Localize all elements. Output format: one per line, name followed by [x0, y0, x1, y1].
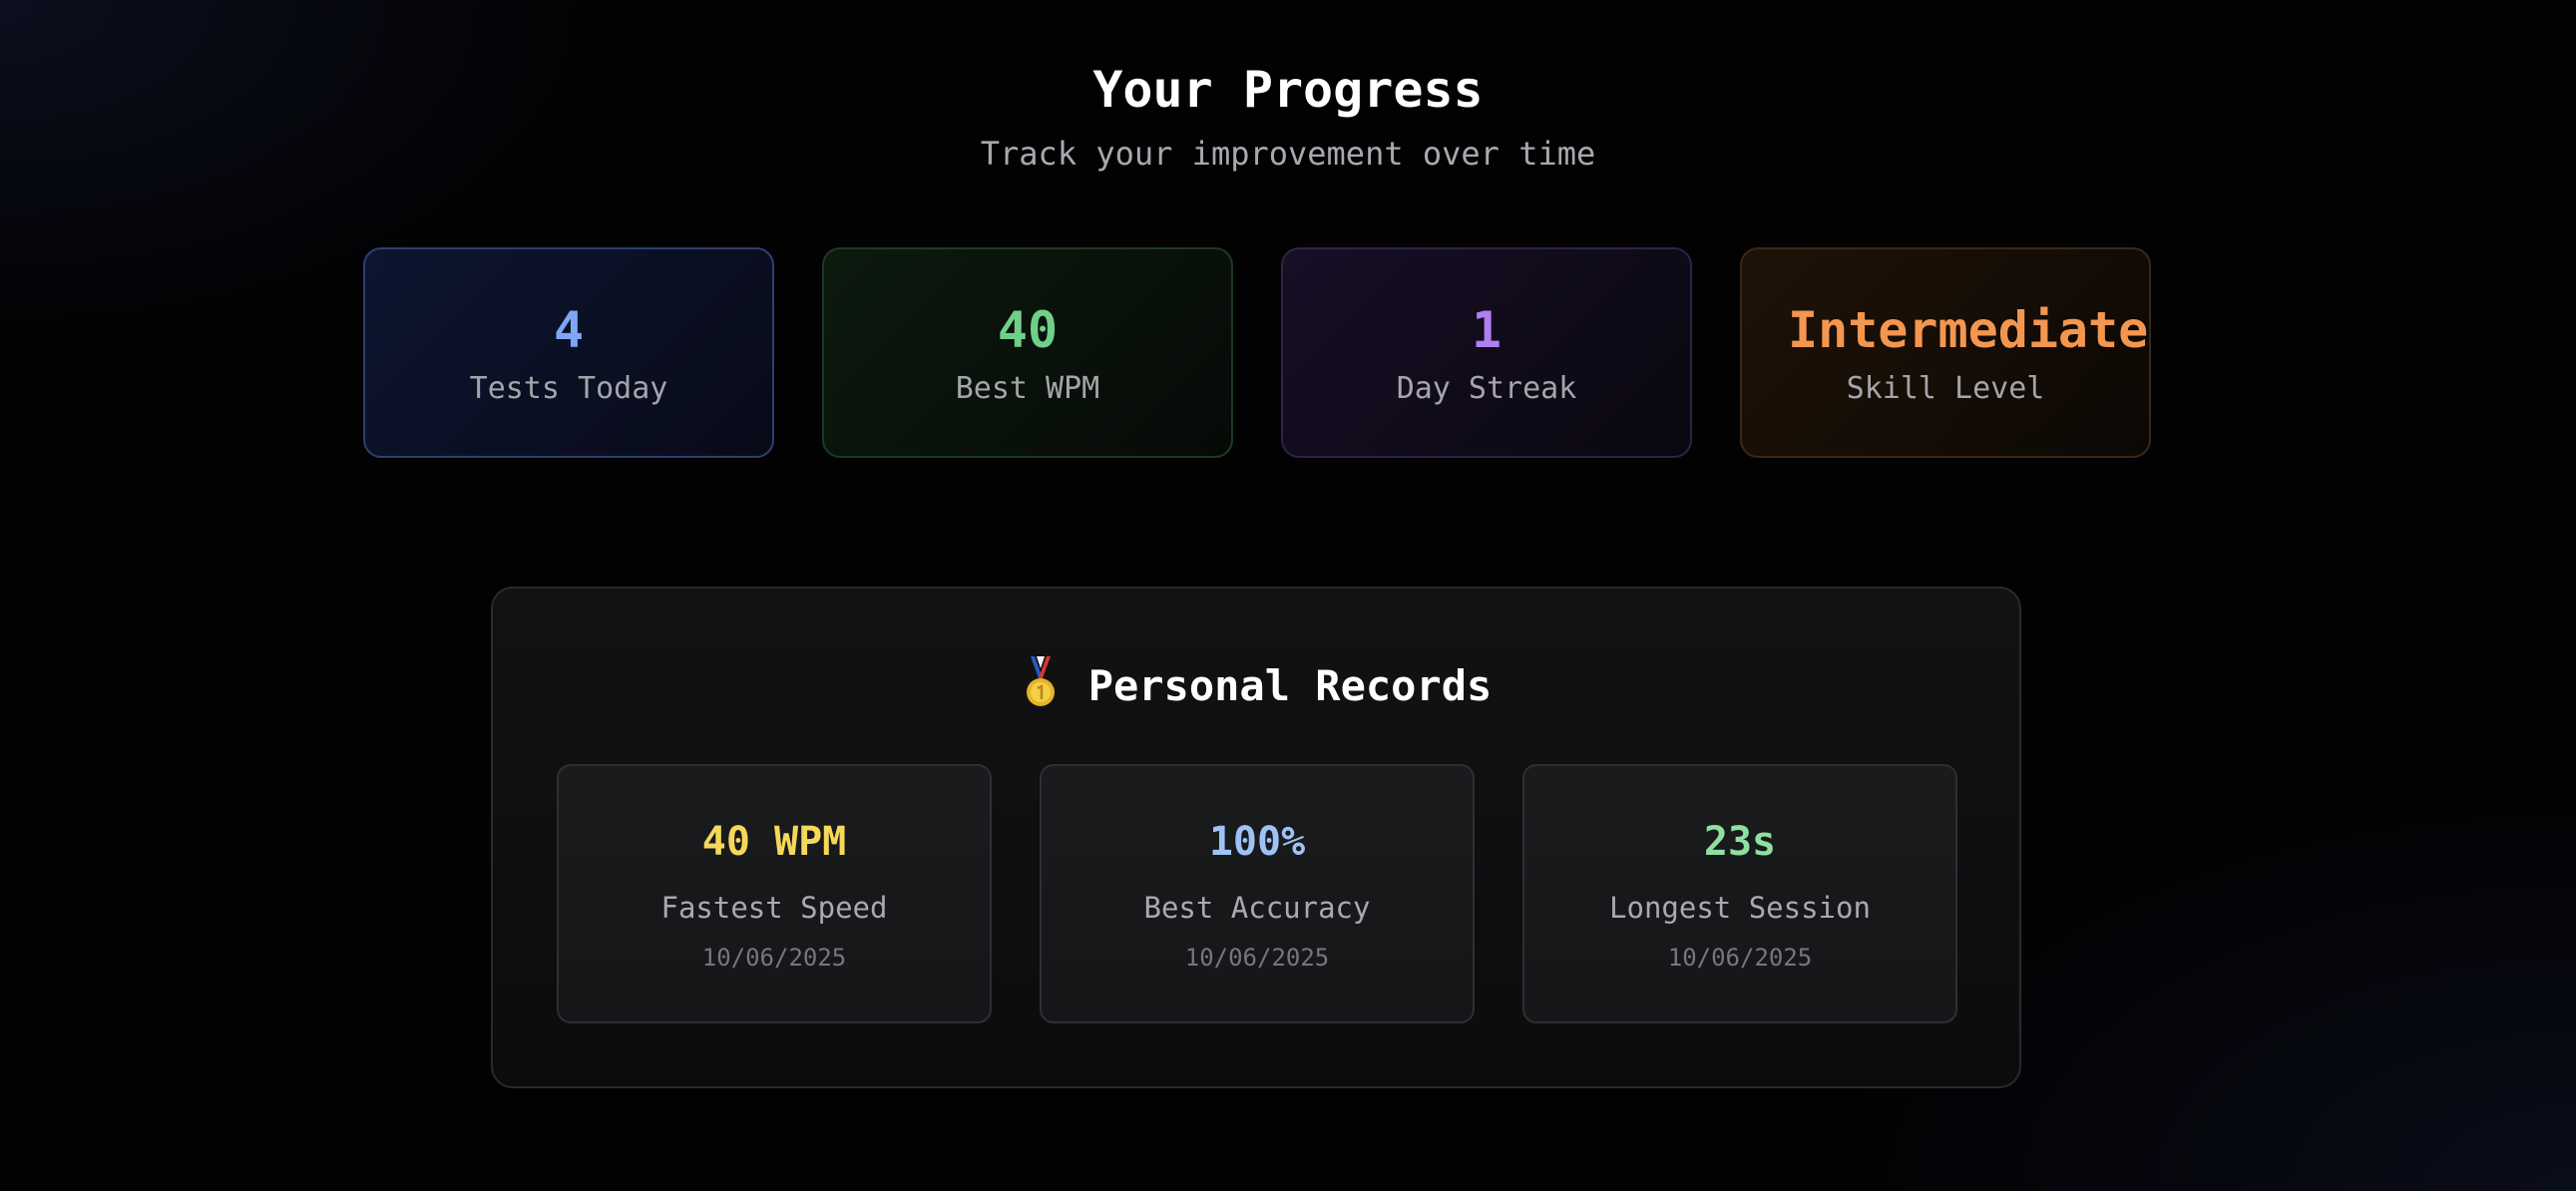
stats-row: 4 Tests Today 40 Best WPM 1 Day Streak I…: [363, 247, 2151, 458]
stat-card-skill-level: Intermediate Skill Level: [1740, 247, 2151, 458]
personal-records-panel: Personal Records 40 WPM Fastest Speed 10…: [491, 587, 2021, 1088]
page-title: Your Progress: [1092, 61, 1484, 119]
progress-header: Your Progress Track your improvement ove…: [0, 58, 2576, 176]
record-label: Fastest Speed: [660, 891, 888, 925]
stat-label: Skill Level: [1846, 371, 2045, 406]
record-date: 10/06/2025: [1184, 944, 1330, 972]
records-grid: 40 WPM Fastest Speed 10/06/2025 100% Bes…: [557, 764, 1957, 1023]
record-date: 10/06/2025: [701, 944, 847, 972]
stat-card-best-wpm: 40 Best WPM: [822, 247, 1233, 458]
page-subtitle: Track your improvement over time: [980, 135, 1596, 173]
progress-page: Your Progress Track your improvement ove…: [0, 0, 2576, 1191]
medal-icon: [1026, 656, 1055, 706]
record-value: 23s: [1703, 819, 1777, 865]
records-title: Personal Records: [1087, 661, 1493, 710]
record-date: 10/06/2025: [1667, 944, 1813, 972]
stat-label: Best WPM: [955, 371, 1100, 406]
stat-value: 1: [1471, 301, 1503, 359]
stat-value: 40: [997, 301, 1059, 359]
stat-card-day-streak: 1 Day Streak: [1281, 247, 1692, 458]
record-card-best-accuracy: 100% Best Accuracy 10/06/2025: [1040, 764, 1475, 1023]
record-value: 40 WPM: [701, 819, 847, 865]
record-card-longest-session: 23s Longest Session 10/06/2025: [1522, 764, 1957, 1023]
stat-label: Tests Today: [469, 371, 668, 406]
record-value: 100%: [1208, 819, 1306, 865]
stat-label: Day Streak: [1396, 371, 1577, 406]
stat-card-tests-today: 4 Tests Today: [363, 247, 774, 458]
record-label: Longest Session: [1609, 891, 1871, 925]
records-heading: Personal Records: [493, 656, 2019, 714]
record-label: Best Accuracy: [1143, 891, 1371, 925]
stat-value: Intermediate: [1788, 301, 2149, 359]
stat-value: 4: [553, 301, 585, 359]
record-card-fastest-speed: 40 WPM Fastest Speed 10/06/2025: [557, 764, 992, 1023]
